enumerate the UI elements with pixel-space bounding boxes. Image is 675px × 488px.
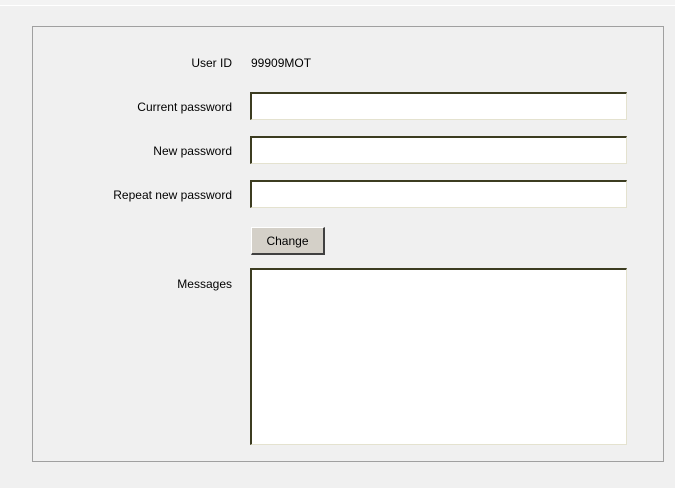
messages-area[interactable] [250, 268, 627, 445]
messages-label: Messages [177, 277, 232, 291]
top-rule [0, 0, 675, 6]
current-password-label: Current password [137, 100, 232, 114]
repeat-password-label: Repeat new password [113, 188, 232, 202]
new-password-field[interactable] [250, 136, 627, 164]
current-password-field[interactable] [250, 92, 627, 120]
user-id-value: 99909MOT [251, 56, 312, 70]
user-id-label: User ID [191, 56, 232, 70]
change-button[interactable]: Change [251, 227, 325, 255]
new-password-label: New password [153, 144, 232, 158]
repeat-password-field[interactable] [250, 180, 627, 208]
change-password-panel: User ID 99909MOT Current password New pa… [32, 26, 664, 462]
